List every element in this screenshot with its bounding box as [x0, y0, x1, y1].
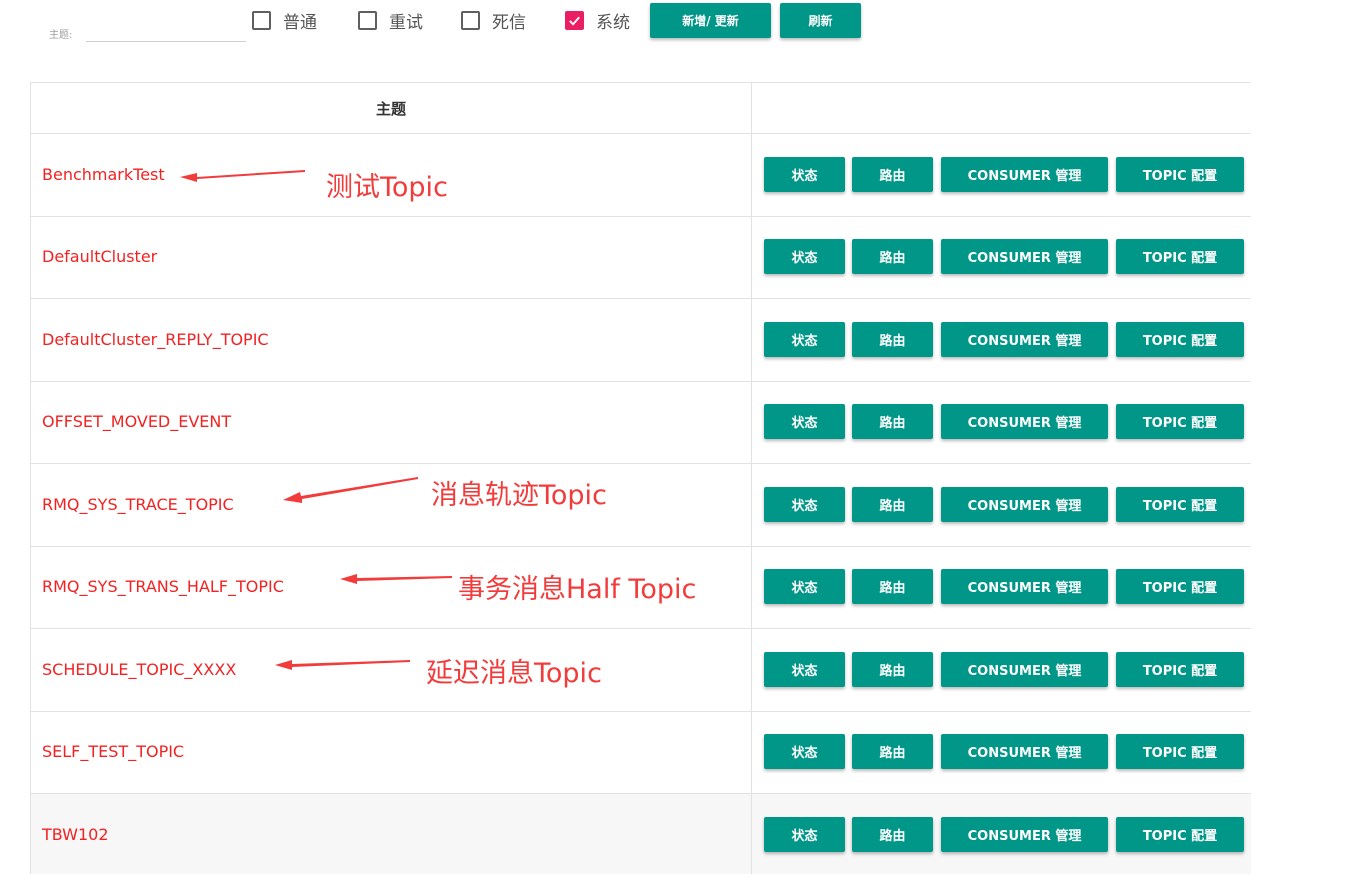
topic-config-button[interactable]: TOPIC 配置 [1116, 322, 1244, 357]
status-button[interactable]: 状态 [764, 734, 845, 769]
table-row: TBW102 状态 路由 CONSUMER 管理 TOPIC 配置 [31, 794, 1251, 874]
checkbox-box[interactable] [358, 10, 377, 30]
topic-name-link[interactable]: OFFSET_MOVED_EVENT [42, 412, 231, 431]
checkbox-box[interactable] [565, 10, 584, 30]
status-button[interactable]: 状态 [764, 322, 845, 357]
status-button[interactable]: 状态 [764, 157, 845, 192]
table-header: 主题 [31, 83, 1251, 134]
table-row: SELF_TEST_TOPIC 状态 路由 CONSUMER 管理 TOPIC … [31, 711, 1251, 794]
status-button[interactable]: 状态 [764, 569, 845, 604]
topic-name-link[interactable]: DefaultCluster_REPLY_TOPIC [42, 330, 269, 349]
consumer-manage-button[interactable]: CONSUMER 管理 [941, 239, 1108, 274]
operations-cell: 状态 路由 CONSUMER 管理 TOPIC 配置 [752, 464, 1251, 546]
checkbox-label: 死信 [492, 12, 526, 33]
operations-cell: 状态 路由 CONSUMER 管理 TOPIC 配置 [752, 134, 1251, 216]
table-row: SCHEDULE_TOPIC_XXXX 状态 路由 CONSUMER 管理 TO… [31, 629, 1251, 712]
topic-cell: DefaultCluster_REPLY_TOPIC [31, 299, 752, 381]
route-button[interactable]: 路由 [852, 817, 933, 852]
operations-cell: 状态 路由 CONSUMER 管理 TOPIC 配置 [752, 299, 1251, 381]
topic-name-link[interactable]: DefaultCluster [42, 247, 157, 266]
route-button[interactable]: 路由 [852, 487, 933, 522]
refresh-button[interactable]: 刷新 [780, 3, 861, 38]
route-button[interactable]: 路由 [852, 322, 933, 357]
topic-cell: RMQ_SYS_TRACE_TOPIC [31, 464, 752, 546]
consumer-manage-button[interactable]: CONSUMER 管理 [941, 652, 1108, 687]
table-row: RMQ_SYS_TRACE_TOPIC 状态 路由 CONSUMER 管理 TO… [31, 464, 1251, 547]
topic-cell: OFFSET_MOVED_EVENT [31, 381, 752, 463]
operations-cell: 状态 路由 CONSUMER 管理 TOPIC 配置 [752, 216, 1251, 298]
checkbox-normal[interactable]: 普通 [252, 7, 317, 33]
topic-table: 主题 BenchmarkTest 状态 路由 CONSUMER 管理 TOPIC… [30, 82, 1251, 874]
topic-config-button[interactable]: TOPIC 配置 [1116, 652, 1244, 687]
topic-cell: TBW102 [31, 794, 752, 874]
add-update-button[interactable]: 新增/ 更新 [650, 3, 771, 38]
consumer-manage-button[interactable]: CONSUMER 管理 [941, 569, 1108, 604]
filter-toolbar: 主题: 普通 重试 死信 系统 新增/ 更新 刷新 [0, 0, 1348, 60]
topic-config-button[interactable]: TOPIC 配置 [1116, 404, 1244, 439]
route-button[interactable]: 路由 [852, 157, 933, 192]
status-button[interactable]: 状态 [764, 652, 845, 687]
route-button[interactable]: 路由 [852, 239, 933, 274]
table-row: DefaultCluster_REPLY_TOPIC 状态 路由 CONSUME… [31, 299, 1251, 382]
table-row: BenchmarkTest 状态 路由 CONSUMER 管理 TOPIC 配置 [31, 134, 1251, 217]
column-header-topic: 主题 [31, 83, 752, 133]
operations-cell: 状态 路由 CONSUMER 管理 TOPIC 配置 [752, 794, 1251, 874]
checkbox-retry[interactable]: 重试 [358, 7, 423, 33]
table-row: DefaultCluster 状态 路由 CONSUMER 管理 TOPIC 配… [31, 216, 1251, 299]
consumer-manage-button[interactable]: CONSUMER 管理 [941, 157, 1108, 192]
topic-cell: SCHEDULE_TOPIC_XXXX [31, 629, 752, 711]
topic-filter-input[interactable] [86, 17, 246, 42]
route-button[interactable]: 路由 [852, 652, 933, 687]
checkbox-box[interactable] [461, 10, 480, 30]
topic-config-button[interactable]: TOPIC 配置 [1116, 487, 1244, 522]
route-button[interactable]: 路由 [852, 734, 933, 769]
topic-name-link[interactable]: SCHEDULE_TOPIC_XXXX [42, 660, 236, 679]
table-row: OFFSET_MOVED_EVENT 状态 路由 CONSUMER 管理 TOP… [31, 381, 1251, 464]
topic-name-link[interactable]: TBW102 [42, 825, 109, 844]
consumer-manage-button[interactable]: CONSUMER 管理 [941, 817, 1108, 852]
annotation-note: 消息轨迹Topic [431, 480, 607, 511]
checkbox-label: 系统 [596, 12, 630, 33]
checkbox-dead-letter[interactable]: 死信 [461, 7, 526, 33]
route-button[interactable]: 路由 [852, 569, 933, 604]
topic-cell: DefaultCluster [31, 216, 752, 298]
route-button[interactable]: 路由 [852, 404, 933, 439]
topic-config-button[interactable]: TOPIC 配置 [1116, 239, 1244, 274]
topic-config-button[interactable]: TOPIC 配置 [1116, 569, 1244, 604]
status-button[interactable]: 状态 [764, 239, 845, 274]
topic-cell: SELF_TEST_TOPIC [31, 711, 752, 793]
topic-name-link[interactable]: RMQ_SYS_TRANS_HALF_TOPIC [42, 577, 284, 596]
checkbox-box[interactable] [252, 10, 271, 30]
topic-name-link[interactable]: SELF_TEST_TOPIC [42, 742, 184, 761]
operations-cell: 状态 路由 CONSUMER 管理 TOPIC 配置 [752, 381, 1251, 463]
annotation-note: 延迟消息Topic [426, 658, 602, 689]
status-button[interactable]: 状态 [764, 404, 845, 439]
annotation-note: 事务消息Half Topic [458, 574, 697, 605]
checkbox-label: 普通 [283, 12, 317, 33]
status-button[interactable]: 状态 [764, 817, 845, 852]
column-header-operations [752, 83, 1251, 133]
consumer-manage-button[interactable]: CONSUMER 管理 [941, 404, 1108, 439]
topic-config-button[interactable]: TOPIC 配置 [1116, 817, 1244, 852]
check-icon [569, 16, 580, 26]
checkbox-system[interactable]: 系统 [565, 7, 630, 33]
operations-cell: 状态 路由 CONSUMER 管理 TOPIC 配置 [752, 546, 1251, 628]
status-button[interactable]: 状态 [764, 487, 845, 522]
consumer-manage-button[interactable]: CONSUMER 管理 [941, 322, 1108, 357]
topic-config-button[interactable]: TOPIC 配置 [1116, 157, 1244, 192]
operations-cell: 状态 路由 CONSUMER 管理 TOPIC 配置 [752, 711, 1251, 793]
topic-config-button[interactable]: TOPIC 配置 [1116, 734, 1244, 769]
operations-cell: 状态 路由 CONSUMER 管理 TOPIC 配置 [752, 629, 1251, 711]
topic-name-link[interactable]: BenchmarkTest [42, 165, 165, 184]
topic-filter-label: 主题: [49, 30, 73, 41]
topic-name-link[interactable]: RMQ_SYS_TRACE_TOPIC [42, 495, 234, 514]
checkbox-label: 重试 [389, 12, 423, 33]
consumer-manage-button[interactable]: CONSUMER 管理 [941, 734, 1108, 769]
annotation-note: 测试Topic [326, 172, 448, 203]
consumer-manage-button[interactable]: CONSUMER 管理 [941, 487, 1108, 522]
